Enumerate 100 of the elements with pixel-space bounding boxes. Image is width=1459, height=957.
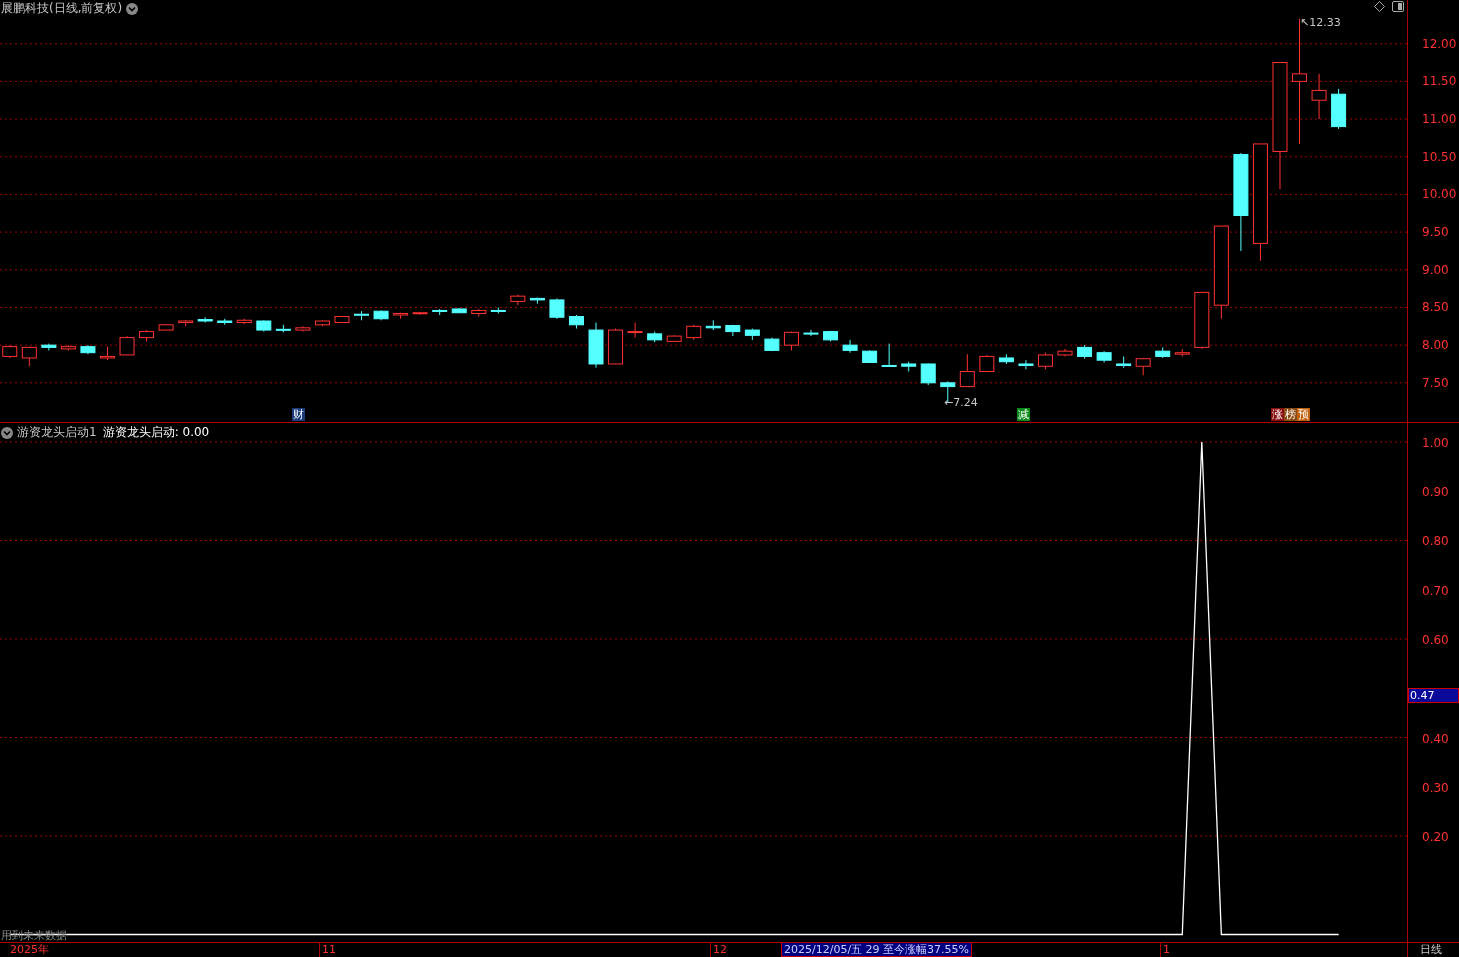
current-value-tag: 0.47 [1408,688,1459,703]
time-axis-label: 1 [1160,943,1170,957]
candlestick [490,306,506,314]
candlestick [451,307,467,314]
time-axis-label: 12 [710,943,727,957]
event-marker[interactable]: 涨 [1271,408,1284,421]
candlestick [236,318,252,325]
price-axis-label: 10.00 [1422,187,1457,202]
candlestick [1331,88,1347,130]
chevron-down-icon[interactable] [126,2,139,15]
indicator-name: 游资龙头启动1 [17,424,97,441]
candlestick [295,325,311,333]
candlestick [60,344,76,351]
candlestick [998,353,1014,365]
candlestick [1116,355,1132,369]
candlestick [783,331,799,351]
price-axis-label: 9.50 [1422,225,1449,240]
candlestick [197,316,213,324]
indicator-axis-label: 0.60 [1422,633,1449,647]
candlestick [1018,359,1034,370]
price-axis-label: 11.00 [1422,112,1457,127]
candlestick [725,324,741,337]
candlestick [314,319,330,327]
candlestick [178,319,194,327]
period-button[interactable]: 日线 [1407,943,1459,957]
candlestick [1077,344,1093,360]
candlestick [901,361,917,372]
indicator-reading: 游资龙头启动: 0.00 [102,424,210,441]
candlestick [764,337,780,352]
indicator-axis-label: 1.00 [1422,436,1449,450]
indicator-axis-label: 0.40 [1422,731,1449,746]
candlestick [627,322,643,339]
candlestick [569,314,584,330]
indicator-axis-label: 0.90 [1422,485,1449,500]
candlestick [862,349,878,363]
candlestick [1174,348,1190,357]
candlestick [979,354,995,372]
candlestick [510,294,526,306]
candlestick [549,297,565,320]
panel-toggle-icon[interactable] [1392,1,1404,12]
event-marker[interactable]: 财 [292,408,305,421]
candlestick [705,319,721,331]
price-axis-label: 8.00 [1422,338,1449,353]
event-marker[interactable]: 减 [1017,408,1030,421]
low-price-label: ←7.24 [944,396,978,409]
range-info: 2025/12/05/五 29 至今涨幅37.55% [781,943,973,957]
candlestick [1194,291,1210,350]
candlestick [1038,352,1053,370]
candlestick [744,328,760,341]
event-marker[interactable]: 榜 [1284,408,1297,421]
event-marker[interactable]: 预 [1297,408,1310,421]
candlestick [881,343,897,367]
candlestick [354,310,369,321]
indicator-axis-label: 0.80 [1422,534,1449,549]
candlestick [823,330,838,342]
candlestick [842,339,858,354]
candlestick [393,312,409,320]
diamond-icon[interactable] [1374,1,1385,12]
candlestick [256,319,272,333]
candlestick [373,309,389,321]
candlestick [334,316,350,324]
candlestick [647,331,663,343]
price-axis-label: 9.00 [1422,262,1449,277]
candlestick [1311,73,1327,120]
chevron-down-icon[interactable] [1,426,13,439]
price-axis-label: 8.50 [1422,300,1449,315]
candlestick [100,346,115,361]
indicator-axis-label: 0.30 [1422,780,1449,795]
time-axis-label: 11 [319,943,336,957]
price-axis-label: 12.00 [1422,36,1457,51]
candlestick [529,297,545,305]
candlestick [686,324,702,341]
candlestick [1096,350,1112,363]
candlestick [666,334,682,342]
candlestick [158,323,174,331]
candlestick [80,344,96,355]
time-axis-label: 2025年 [9,943,49,957]
candlestick [1135,357,1151,376]
candlestick [41,343,57,351]
stock-title: 展鹏科技(日线,前复权) [1,0,123,17]
candlestick [21,346,37,367]
indicator-axis-label: 0.20 [1422,830,1449,844]
price-axis-label: 7.50 [1422,375,1449,390]
candlestick [608,328,624,365]
high-price-label: ↖12.33 [1300,16,1341,29]
price-axis-label: 11.50 [1422,74,1457,89]
candlestick [119,335,135,356]
candlestick [588,322,604,369]
candlestick [275,324,291,333]
price-axis-label: 10.50 [1422,149,1457,164]
indicator-axis-label: 0.70 [1422,583,1449,598]
candlestick [217,318,233,326]
candlestick [139,329,155,342]
candlestick [1057,348,1073,357]
candlestick [959,353,975,388]
candlestick [1155,346,1171,359]
candlestick [471,308,487,317]
candlestick [412,311,428,316]
candlestick [920,362,936,386]
candlestick [432,308,448,316]
